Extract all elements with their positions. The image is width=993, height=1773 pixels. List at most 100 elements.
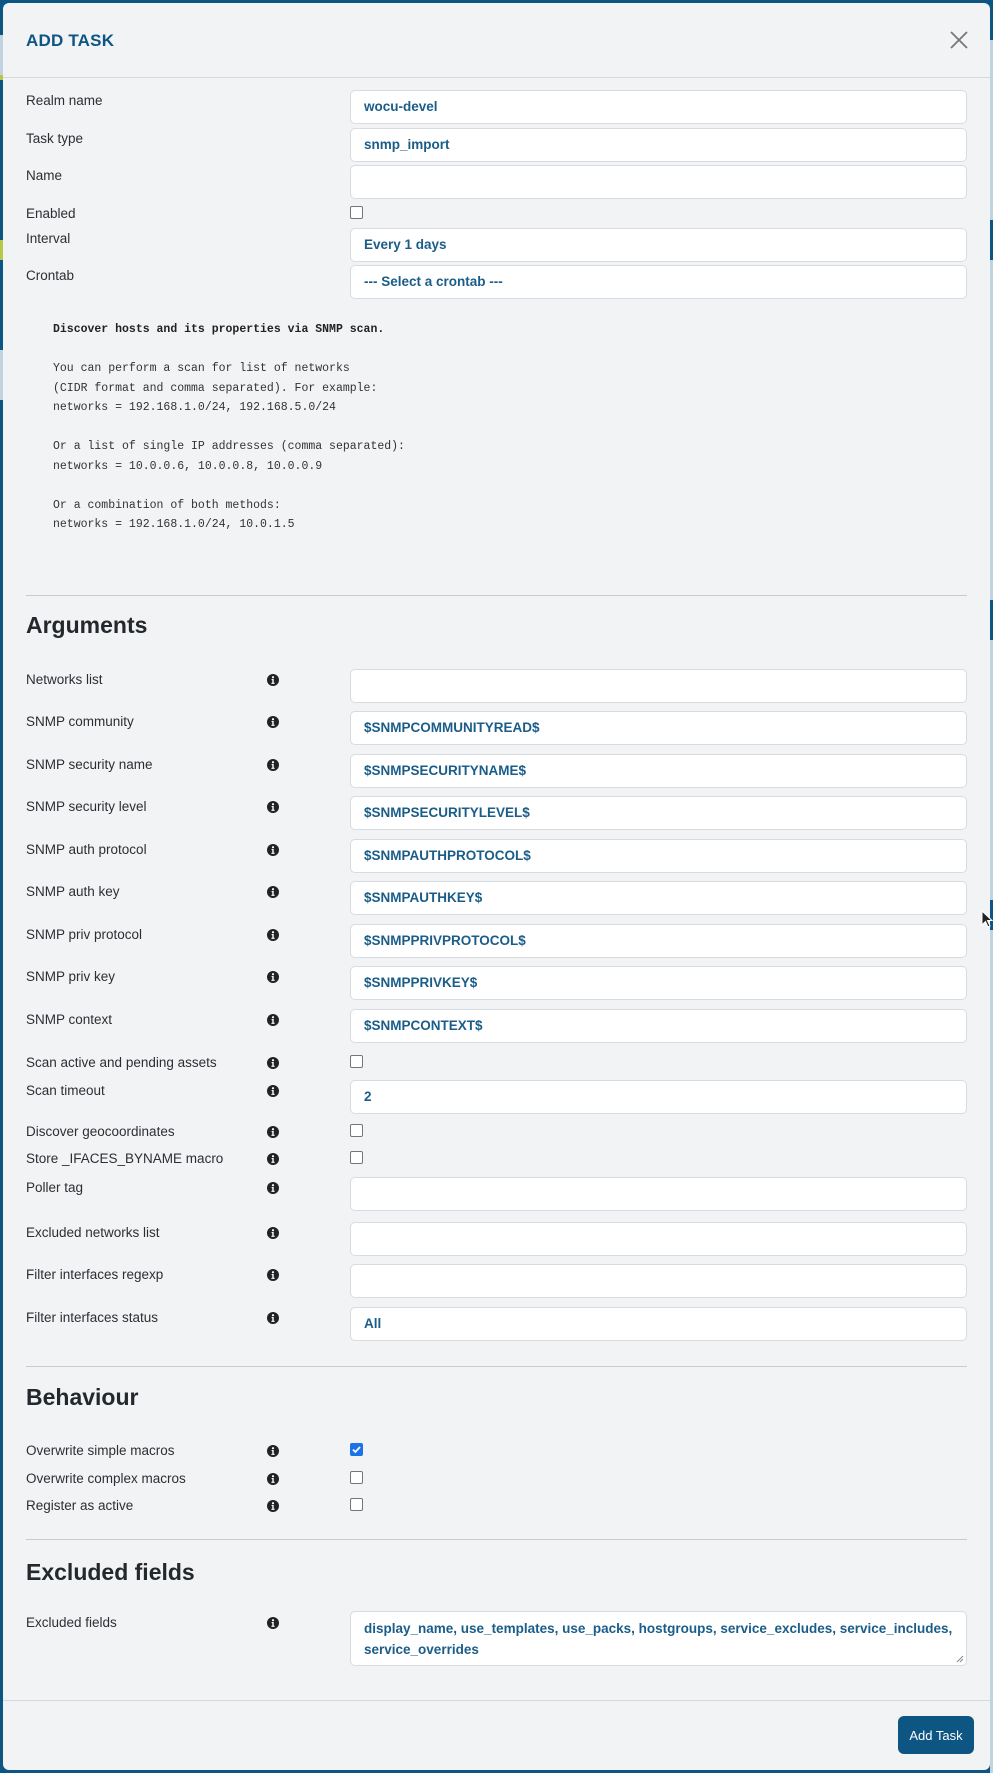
field-label: SNMP context [26,1012,113,1027]
info-icon[interactable] [267,674,279,686]
info-icon[interactable] [267,801,279,813]
filter-interfaces-regexp-input[interactable] [350,1264,967,1298]
snmp-security-name-input[interactable]: $SNMPSECURITYNAME$ [350,754,967,788]
modal-title: ADD TASK [26,31,115,50]
description-line [53,418,405,438]
mouse-cursor-icon [981,910,993,928]
description-title: Discover hosts and its properties via SN… [53,323,385,336]
field-label: Overwrite simple macros [26,1443,175,1458]
section-title-behaviour: Behaviour [26,1384,139,1410]
field-label: Register as active [26,1498,134,1513]
register-as-active-checkbox[interactable] [350,1498,363,1511]
modal-footer: Add Task [3,1700,990,1770]
snmp-auth-protocol-input[interactable]: $SNMPAUTHPROTOCOL$ [350,839,967,873]
overwrite-simple-macros-checkbox[interactable] [350,1443,363,1456]
description-line: Or a combination of both methods: [53,498,281,512]
crontab-select[interactable]: --- Select a crontab --- [350,265,967,299]
add-task-button[interactable]: Add Task [898,1716,974,1754]
overwrite-complex-macros-checkbox[interactable] [350,1471,363,1484]
description-line: networks = 192.168.1.0/24, 10.0.1.5 [53,518,295,531]
description-line: Or a list of single IP addresses (comma … [53,440,405,453]
snmp-priv-protocol-input[interactable]: $SNMPPRIVPROTOCOL$ [350,924,967,958]
interval-select[interactable]: Every 1 days [350,228,967,262]
excluded-fields-value: display_name, use_templates, use_packs, … [364,1621,953,1657]
field-label: Task type [26,131,84,146]
info-icon[interactable] [267,1182,279,1194]
scan-active-and-pending-assets-checkbox[interactable] [350,1055,363,1068]
field-label: Enabled [26,206,76,221]
info-icon[interactable] [267,886,279,898]
field-label: Realm name [26,93,103,108]
description-line [53,476,405,496]
realm-name-input[interactable]: wocu-devel [350,90,967,124]
info-icon[interactable] [267,1057,279,1069]
resize-handle-icon[interactable] [956,1655,964,1663]
info-icon[interactable] [267,1227,279,1239]
field-label: Name [26,168,63,183]
excluded-networks-list-input[interactable] [350,1222,967,1256]
info-icon[interactable] [267,1617,279,1629]
networks-list-input[interactable] [350,669,967,703]
section-title-arguments: Arguments [26,612,148,638]
section-divider [26,1366,967,1367]
field-label: Discover geocoordinates [26,1124,175,1139]
field-label: SNMP priv key [26,969,116,984]
snmp-security-level-input[interactable]: $SNMPSECURITYLEVEL$ [350,796,967,830]
info-icon[interactable] [267,971,279,983]
field-label: Scan timeout [26,1083,105,1098]
section-title-excluded-fields: Excluded fields [26,1559,195,1585]
discover-geocoordinates-checkbox[interactable] [350,1124,363,1137]
info-icon[interactable] [267,716,279,728]
field-label: SNMP priv protocol [26,927,143,942]
poller-tag-input[interactable] [350,1177,967,1211]
filter-interfaces-status-select[interactable]: All [350,1307,967,1341]
field-label: Interval [26,231,71,246]
enabled-checkbox[interactable] [350,206,363,219]
field-label: SNMP auth protocol [26,842,147,857]
field-label: Networks list [26,672,103,687]
field-label: Excluded fields [26,1615,117,1630]
info-icon[interactable] [267,1312,279,1324]
info-icon[interactable] [267,844,279,856]
info-icon[interactable] [267,1269,279,1281]
info-icon[interactable] [267,1473,279,1485]
info-icon[interactable] [267,1014,279,1026]
close-button[interactable] [948,29,970,51]
task-type-input[interactable]: snmp_import [350,128,967,162]
close-icon [950,31,968,49]
store-ifaces-byname-macro-checkbox[interactable] [350,1151,363,1164]
modal-header: ADD TASK [3,3,990,78]
info-icon[interactable] [267,1085,279,1097]
field-label: SNMP security level [26,799,147,814]
scan-timeout-input[interactable]: 2 [350,1080,967,1114]
info-icon[interactable] [267,929,279,941]
snmp-context-input[interactable]: $SNMPCONTEXT$ [350,1009,967,1043]
info-icon[interactable] [267,759,279,771]
field-label: Overwrite complex macros [26,1471,186,1486]
add-task-modal: ADD TASK Realm name wocu-devel Task type… [3,3,990,1770]
name-input[interactable] [350,165,967,199]
task-description: Discover hosts and its properties via SN… [53,320,405,535]
field-label: SNMP auth key [26,884,120,899]
field-label: Scan active and pending assets [26,1055,217,1070]
field-label: Filter interfaces status [26,1310,159,1325]
snmp-auth-key-input[interactable]: $SNMPAUTHKEY$ [350,881,967,915]
description-line: You can perform a scan for list of netwo… [53,362,350,375]
description-line: networks = 192.168.1.0/24, 192.168.5.0/2… [53,401,336,414]
info-icon[interactable] [267,1445,279,1457]
info-icon[interactable] [267,1126,279,1138]
section-divider [26,1539,967,1540]
field-label: Store _IFACES_BYNAME macro [26,1151,224,1166]
field-label: SNMP security name [26,757,153,772]
description-line: (CIDR format and comma separated). For e… [53,381,378,395]
snmp-community-input[interactable]: $SNMPCOMMUNITYREAD$ [350,711,967,745]
excluded-fields-textarea[interactable]: display_name, use_templates, use_packs, … [350,1611,967,1666]
field-label: Poller tag [26,1180,84,1195]
info-icon[interactable] [267,1500,279,1512]
field-label: Crontab [26,268,75,283]
section-divider [26,595,967,596]
field-label: Excluded networks list [26,1225,160,1240]
description-line: networks = 10.0.0.6, 10.0.0.8, 10.0.0.9 [53,459,323,473]
snmp-priv-key-input[interactable]: $SNMPPRIVKEY$ [350,966,967,1000]
info-icon[interactable] [267,1153,279,1165]
